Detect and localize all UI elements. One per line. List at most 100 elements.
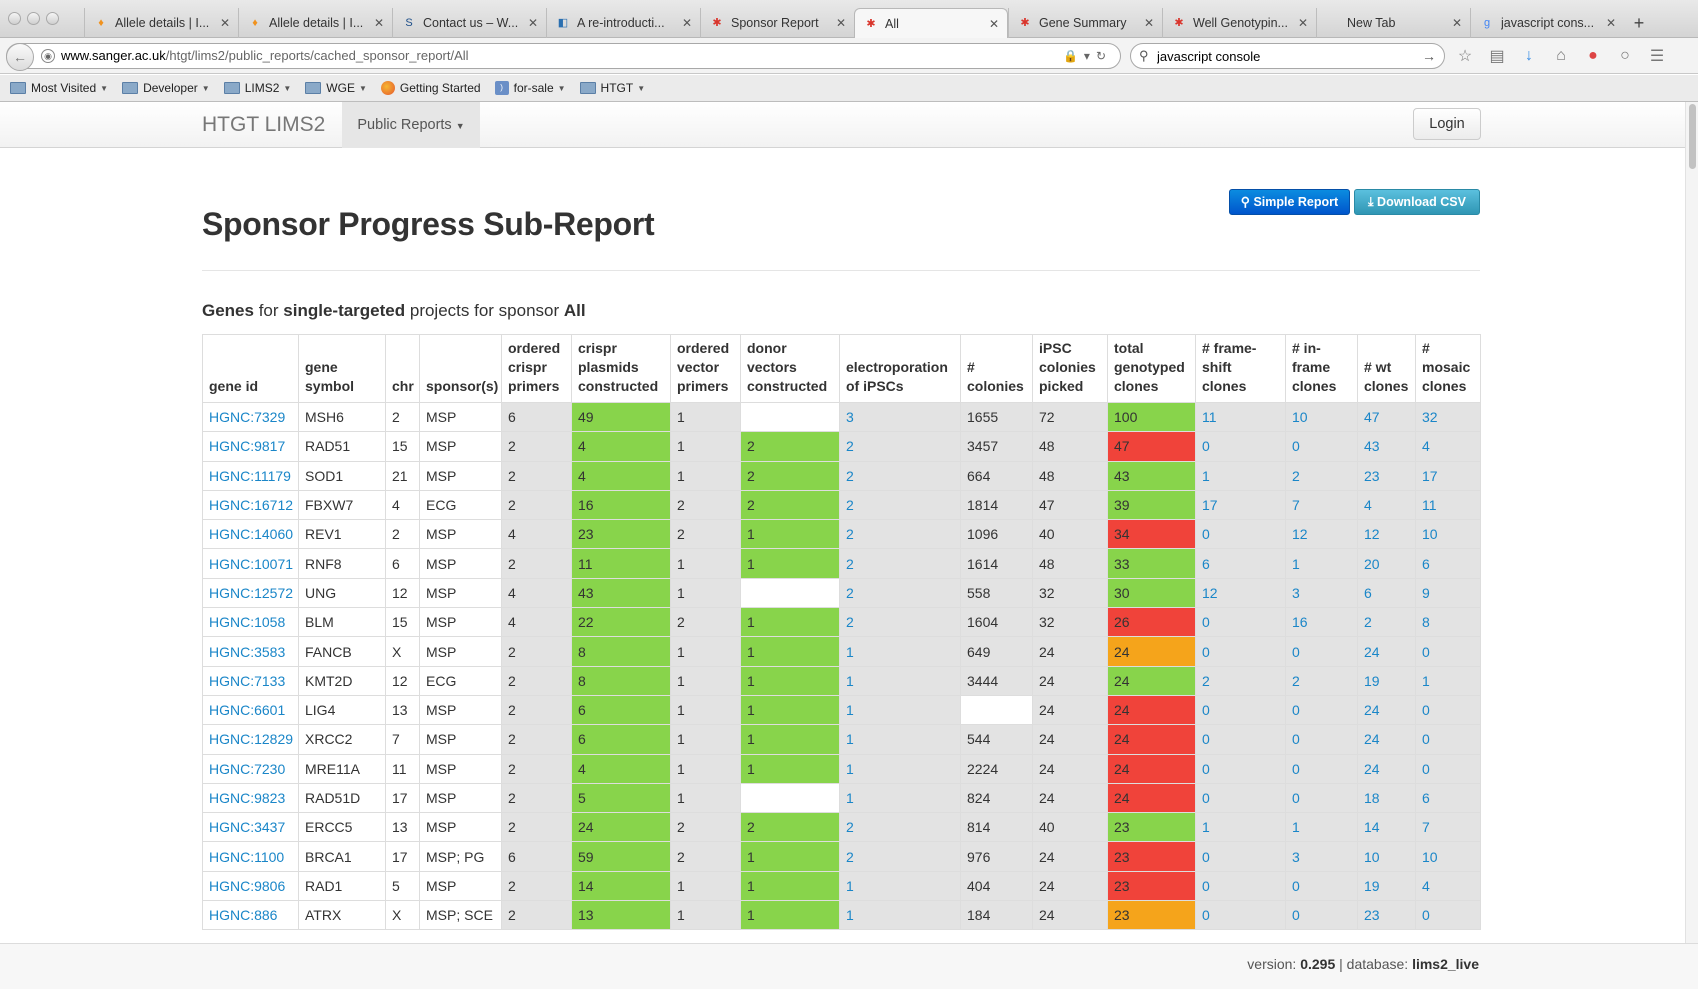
cell-link[interactable]: 1 — [846, 731, 854, 747]
browser-tab[interactable]: ✱ All ✕ — [854, 8, 1008, 39]
new-tab-button[interactable]: + — [1624, 8, 1654, 38]
browser-tab[interactable]: ✱ Sponsor Report ✕ — [700, 8, 854, 38]
cell-link[interactable]: HGNC:11179 — [209, 468, 291, 484]
cell-link[interactable]: 2 — [846, 585, 854, 601]
bookmark-star-icon[interactable]: ☆ — [1455, 46, 1475, 66]
cell-link[interactable]: 19 — [1364, 673, 1380, 689]
cell-link[interactable]: 47 — [1364, 409, 1380, 425]
bookmark-item[interactable]: HTGT ▼ — [579, 81, 645, 95]
cell-link[interactable]: HGNC:9817 — [209, 438, 285, 454]
column-header[interactable]: ordered vector primers — [670, 334, 741, 403]
cell-link[interactable]: 1 — [846, 644, 854, 660]
search-input[interactable] — [1157, 47, 1412, 65]
cell-link[interactable]: 12 — [1292, 526, 1308, 542]
cell-link[interactable]: 17 — [1422, 468, 1438, 484]
cell-link[interactable]: 32 — [1422, 409, 1438, 425]
cell-link[interactable]: 2 — [846, 438, 854, 454]
cell-link[interactable]: HGNC:14060 — [209, 526, 293, 542]
dropdown-icon[interactable]: ▾ — [1084, 49, 1096, 63]
lock-icon[interactable]: 🔒 — [1063, 49, 1084, 63]
cell-link[interactable]: 0 — [1202, 644, 1210, 660]
cell-link[interactable]: 1 — [846, 673, 854, 689]
cell-link[interactable]: 0 — [1292, 790, 1300, 806]
cell-link[interactable]: 7 — [1292, 497, 1300, 513]
column-header[interactable]: crispr plasmids constructed — [571, 334, 671, 403]
cell-link[interactable]: 0 — [1422, 731, 1430, 747]
cell-link[interactable]: 6 — [1364, 585, 1372, 601]
column-header[interactable]: sponsor(s) — [419, 334, 502, 403]
home-icon[interactable]: ⌂ — [1551, 47, 1571, 65]
tab-close-icon[interactable]: ✕ — [1606, 8, 1616, 38]
cell-link[interactable]: HGNC:3437 — [209, 819, 285, 835]
cell-link[interactable]: HGNC:1100 — [209, 849, 284, 865]
cell-link[interactable]: 1 — [846, 907, 854, 923]
tab-close-icon[interactable]: ✕ — [528, 8, 538, 38]
cell-link[interactable]: 1 — [1292, 556, 1300, 572]
cell-link[interactable]: 0 — [1292, 438, 1300, 454]
browser-tab[interactable]: ♦ Allele details | I... ✕ — [84, 8, 238, 38]
reload-icon[interactable]: ↻ — [1096, 49, 1112, 63]
bookmark-item[interactable]: Developer ▼ — [122, 81, 210, 95]
site-identity-icon[interactable]: ◉ — [41, 49, 55, 63]
cell-link[interactable]: 0 — [1202, 731, 1210, 747]
bookmark-item[interactable]: Most Visited ▼ — [10, 81, 108, 95]
brand-logo[interactable]: HTGT LIMS2 — [202, 102, 325, 148]
cell-link[interactable]: HGNC:886 — [209, 907, 277, 923]
browser-tab[interactable]: S Contact us – W... ✕ — [392, 8, 546, 38]
cell-link[interactable]: 2 — [846, 614, 854, 630]
cell-link[interactable]: 0 — [1292, 878, 1300, 894]
cell-link[interactable]: 6 — [1422, 556, 1430, 572]
cell-link[interactable]: 0 — [1202, 761, 1210, 777]
cell-link[interactable]: 2 — [846, 468, 854, 484]
cell-link[interactable]: 4 — [1422, 878, 1430, 894]
cell-link[interactable]: 23 — [1364, 907, 1380, 923]
cell-link[interactable]: 9 — [1422, 585, 1430, 601]
cell-link[interactable]: 1 — [1202, 819, 1210, 835]
page-scrollbar[interactable] — [1685, 102, 1698, 943]
url-bar-icons[interactable]: 🔒▾↻ — [1063, 44, 1112, 68]
cell-link[interactable]: 10 — [1422, 526, 1438, 542]
cell-link[interactable]: 20 — [1364, 556, 1380, 572]
cell-link[interactable]: 16 — [1292, 614, 1308, 630]
cell-link[interactable]: 0 — [1292, 644, 1300, 660]
cell-link[interactable]: 0 — [1422, 644, 1430, 660]
cell-link[interactable]: HGNC:10071 — [209, 556, 293, 572]
cell-link[interactable]: HGNC:3583 — [209, 644, 285, 660]
bookmark-item[interactable]: WGE ▼ — [305, 81, 367, 95]
column-header[interactable]: donor vectors constructed — [740, 334, 840, 403]
cell-link[interactable]: 10 — [1422, 849, 1438, 865]
cell-link[interactable]: 24 — [1364, 761, 1380, 777]
cell-link[interactable]: 2 — [1202, 673, 1210, 689]
cell-link[interactable]: HGNC:12829 — [209, 731, 293, 747]
cell-link[interactable]: 0 — [1292, 907, 1300, 923]
cell-link[interactable]: 0 — [1422, 907, 1430, 923]
cell-link[interactable]: 0 — [1202, 614, 1210, 630]
cell-link[interactable]: 2 — [846, 849, 854, 865]
column-header[interactable]: chr — [385, 334, 420, 403]
column-header[interactable]: # frame-shift clones — [1195, 334, 1286, 403]
cell-link[interactable]: HGNC:9806 — [209, 878, 285, 894]
browser-tab[interactable]: ✱ Gene Summary ✕ — [1008, 8, 1162, 38]
cell-link[interactable]: 2 — [1292, 468, 1300, 484]
column-header[interactable]: electroporation of iPSCs — [839, 334, 961, 403]
tab-close-icon[interactable]: ✕ — [836, 8, 846, 38]
browser-tab[interactable]: ◧ A re-introducti... ✕ — [546, 8, 700, 38]
cell-link[interactable]: 4 — [1422, 438, 1430, 454]
cell-link[interactable]: 12 — [1364, 526, 1380, 542]
cell-link[interactable]: HGNC:7329 — [209, 409, 285, 425]
cell-link[interactable]: HGNC:12572 — [209, 585, 293, 601]
cell-link[interactable]: 14 — [1364, 819, 1380, 835]
cell-link[interactable]: 4 — [1364, 497, 1372, 513]
cell-link[interactable]: 0 — [1292, 761, 1300, 777]
public-reports-menu[interactable]: Public Reports ▼ — [342, 102, 480, 148]
downloads-icon[interactable]: ↓ — [1519, 47, 1539, 65]
browser-tab[interactable]: g javascript cons... ✕ — [1470, 8, 1624, 38]
cell-link[interactable]: 1 — [846, 790, 854, 806]
cell-link[interactable]: 3 — [846, 409, 854, 425]
cell-link[interactable]: 1 — [1292, 819, 1300, 835]
cell-link[interactable]: 24 — [1364, 702, 1380, 718]
cell-link[interactable]: HGNC:1058 — [209, 614, 285, 630]
back-button[interactable]: ← — [6, 43, 34, 71]
cell-link[interactable]: 0 — [1202, 849, 1210, 865]
bookmark-item[interactable]: ) for-sale ▼ — [494, 81, 566, 95]
